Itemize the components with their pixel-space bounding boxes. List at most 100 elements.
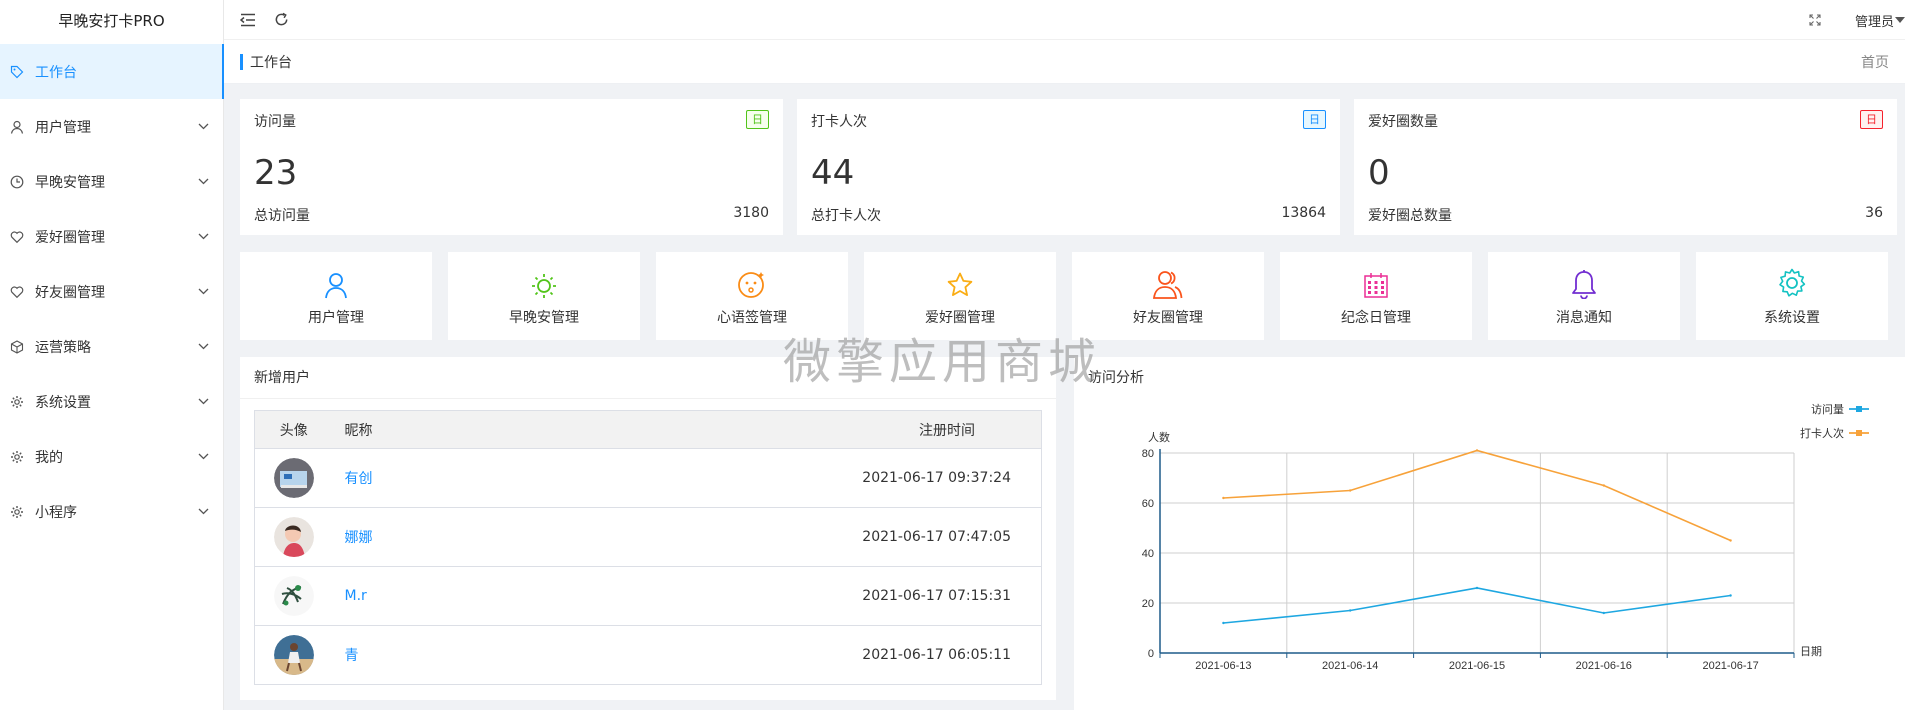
data-point (1475, 586, 1479, 590)
chevron-down-icon (198, 343, 209, 350)
period-badge: 日 (746, 110, 769, 129)
sidebar-item-1[interactable]: 用户管理 (0, 99, 223, 154)
quick-link-1[interactable]: 早晚安管理 (448, 252, 640, 340)
table-row[interactable]: 有创 2021-06-17 09:37:24 (254, 448, 1042, 508)
quick-link-label: 用户管理 (308, 310, 364, 326)
user-nick-link[interactable]: 青 (345, 648, 359, 664)
avatar[interactable] (273, 576, 314, 616)
data-point (1222, 496, 1225, 500)
sidebar-item-4[interactable]: 好友圈管理 (0, 264, 223, 319)
sidebar-item-0[interactable]: 工作台 (0, 44, 224, 99)
table-row[interactable]: 娜娜 2021-06-17 07:47:05 (254, 507, 1042, 567)
home-link[interactable]: 首页 (1861, 52, 1889, 72)
period-badge: 日 (1303, 110, 1326, 129)
avatar[interactable] (273, 635, 314, 675)
quick-link-2[interactable]: 心语签管理 (656, 252, 848, 340)
sidebar-item-7[interactable]: 我的 (0, 429, 223, 484)
data-point (1729, 539, 1732, 542)
nick-cell: 娜娜 (332, 507, 462, 567)
register-time: 2021-06-17 07:47:05 (461, 507, 1042, 567)
chevron-down-icon (198, 123, 209, 130)
calendar-icon (1362, 265, 1390, 299)
x-tick-label: 2021-06-16 (1576, 660, 1632, 672)
sidebar-item-3[interactable]: 爱好圈管理 (0, 209, 223, 264)
clock-icon (10, 175, 24, 189)
admin-label: 管理员 (1854, 14, 1894, 30)
stat-value: 0 (1368, 153, 1390, 193)
sidebar: 早晚安打卡PRO 工作台 用户管理 早晚安管理 爱好圈管理 好友圈管理 运营策略… (0, 0, 224, 710)
stat-title: 打卡人次 (811, 114, 867, 130)
collapse-menu-icon[interactable] (240, 13, 256, 27)
quick-link-4[interactable]: 好友圈管理 (1072, 252, 1264, 340)
fullscreen-icon[interactable] (1809, 14, 1821, 26)
stat-card: 打卡人次 日 44 总打卡人次 13864 (797, 99, 1340, 235)
column-header-nick: 昵称 (332, 410, 462, 449)
gear-icon (10, 395, 24, 409)
chevron-down-icon (198, 398, 209, 405)
sidebar-item-2[interactable]: 早晚安管理 (0, 154, 223, 209)
legend-marker (1856, 406, 1862, 412)
avatar[interactable] (273, 458, 314, 498)
sidebar-item-8[interactable]: 小程序 (0, 484, 223, 539)
gear-icon (10, 450, 24, 464)
chevron-down-icon (198, 453, 209, 460)
visit-analysis-panel: 访问分析 0 20 40 60 80 2021-06-13 2021-06-14 2021-0… (1074, 357, 1905, 710)
quick-link-6[interactable]: 消息通知 (1488, 252, 1680, 340)
stat-card: 爱好圈数量 日 0 爱好圈总数量 36 (1354, 99, 1897, 235)
user-nick-link[interactable]: 娜娜 (345, 530, 373, 546)
legend-label: 访问量 (1811, 403, 1844, 416)
chevron-down-icon (198, 508, 209, 515)
sidebar-item-6[interactable]: 系统设置 (0, 374, 223, 429)
avatar-cell (254, 625, 333, 685)
quick-link-5[interactable]: 纪念日管理 (1280, 252, 1472, 340)
data-point (1602, 611, 1605, 615)
chevron-down-icon (198, 288, 209, 295)
y-tick-label: 40 (1142, 548, 1154, 560)
refresh-icon[interactable] (274, 12, 289, 27)
sidebar-item-label: 小程序 (35, 504, 77, 521)
quick-link-label: 早晚安管理 (509, 310, 579, 326)
stat-total-value: 3180 (733, 205, 769, 221)
sidebar-item-5[interactable]: 运营策略 (0, 319, 223, 374)
admin-menu[interactable]: 管理员 (1855, 11, 1905, 30)
y-tick-label: 0 (1148, 648, 1154, 660)
column-header-avatar: 头像 (254, 410, 333, 449)
avatar-cell (254, 566, 333, 626)
new-users-title: 新增用户 (240, 357, 1056, 399)
y-tick-label: 20 (1142, 598, 1154, 610)
stat-total-label: 爱好圈总数量 (1368, 208, 1452, 224)
sidebar-item-label: 我的 (35, 449, 63, 466)
top-toolbar: 管理员 (224, 0, 1905, 40)
table-row[interactable]: 青 2021-06-17 06:05:11 (254, 625, 1042, 685)
heart-icon (10, 230, 24, 244)
quick-link-3[interactable]: 爱好圈管理 (864, 252, 1056, 340)
legend-marker (1856, 430, 1862, 436)
stat-title: 访问量 (254, 114, 296, 130)
bell-icon (1570, 265, 1598, 299)
user-nick-link[interactable]: 有创 (345, 471, 373, 487)
app-logo-title: 早晚安打卡PRO (58, 12, 165, 30)
x-tick-label: 2021-06-15 (1449, 660, 1505, 672)
quick-link-label: 系统设置 (1764, 310, 1820, 326)
x-tick-label: 2021-06-17 (1702, 660, 1758, 672)
heart-icon (10, 285, 24, 299)
star-icon (946, 265, 974, 299)
stat-card: 访问量 日 23 总访问量 3180 (240, 99, 783, 235)
visit-analysis-title: 访问分析 (1088, 370, 1144, 386)
quick-link-label: 好友圈管理 (1133, 310, 1203, 326)
period-badge: 日 (1860, 110, 1883, 129)
stat-title: 爱好圈数量 (1368, 114, 1438, 130)
quick-link-0[interactable]: 用户管理 (240, 252, 432, 340)
quick-link-7[interactable]: 系统设置 (1696, 252, 1888, 340)
table-header-row: 头像 昵称 注册时间 (254, 410, 1042, 449)
caret-down-icon (1895, 17, 1905, 23)
stat-cards: 访问量 日 23 总访问量 3180 打卡人次 日 44 总打卡人次 13864 爱… (240, 99, 1897, 235)
y-tick-label: 80 (1142, 448, 1154, 460)
data-point (1222, 621, 1225, 625)
sidebar-item-label: 早晚安管理 (35, 174, 105, 191)
register-time: 2021-06-17 09:37:24 (461, 448, 1042, 508)
data-point (1349, 489, 1352, 492)
avatar[interactable] (273, 517, 314, 557)
user-nick-link[interactable]: M.r (345, 588, 367, 604)
table-row[interactable]: M.r 2021-06-17 07:15:31 (254, 566, 1042, 626)
